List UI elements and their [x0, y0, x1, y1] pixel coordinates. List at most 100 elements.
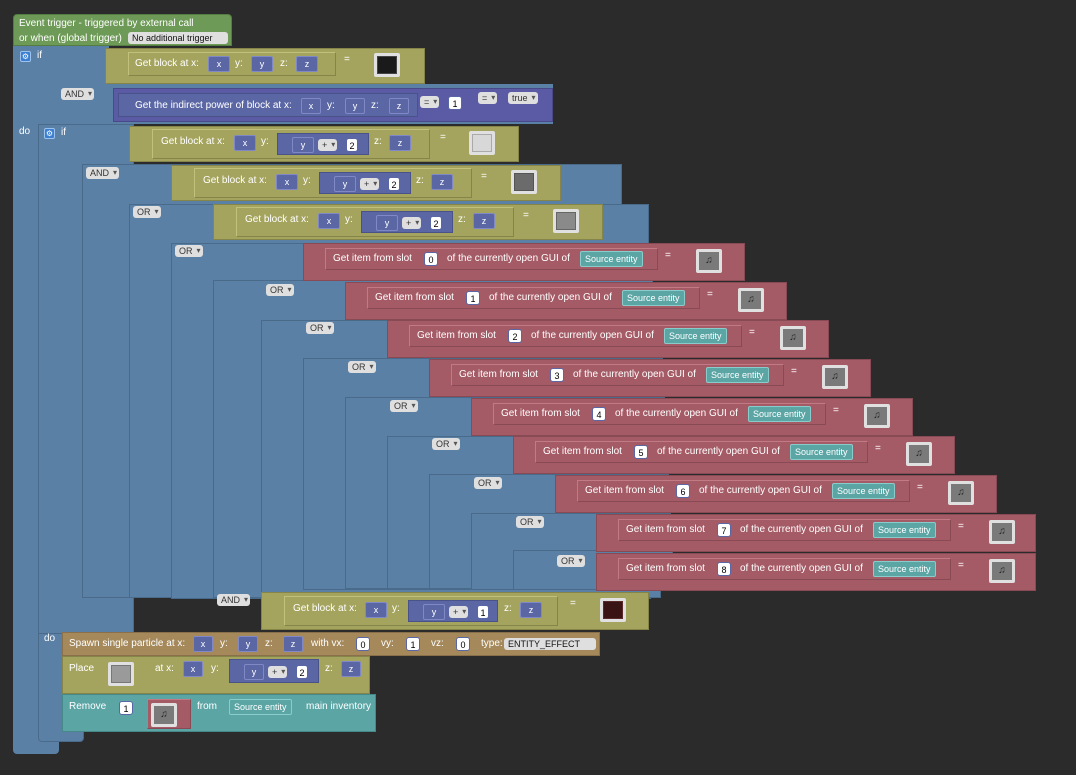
get-block-at-block[interactable]: Get block at x: x y: y + 2 z: z: [236, 207, 514, 237]
slot-number[interactable]: 5: [634, 445, 648, 459]
var-y[interactable]: y: [345, 98, 365, 114]
source-entity[interactable]: Source entity: [790, 444, 853, 460]
get-item-slot-block[interactable]: Get item from slot 8 of the currently op…: [618, 558, 951, 580]
var-y[interactable]: y: [334, 176, 356, 192]
plus-dropdown[interactable]: +: [402, 217, 422, 229]
source-entity[interactable]: Source entity: [622, 290, 685, 306]
get-item-slot-block[interactable]: Get item from slot 0 of the currently op…: [325, 248, 658, 270]
slot-number[interactable]: 3: [550, 368, 564, 382]
music-disc-icon[interactable]: ♫: [151, 703, 177, 727]
slot-number[interactable]: 2: [508, 329, 522, 343]
music-disc-icon[interactable]: ♫: [696, 249, 722, 273]
place-block[interactable]: Place at x: x y: y + 2 z: z: [62, 656, 370, 694]
add-block[interactable]: y + 2: [229, 659, 319, 683]
and-dropdown[interactable]: AND: [217, 594, 251, 606]
plus-dropdown[interactable]: +: [360, 178, 380, 190]
add-block[interactable]: y + 2: [319, 172, 411, 194]
music-disc-icon[interactable]: ♫: [989, 559, 1015, 583]
and-dropdown[interactable]: AND: [86, 167, 120, 179]
var-x[interactable]: x: [318, 213, 340, 229]
var-z[interactable]: z: [341, 661, 361, 677]
music-disc-icon[interactable]: ♫: [864, 404, 890, 428]
or-dropdown[interactable]: OR: [266, 284, 294, 296]
get-item-slot-block[interactable]: Get item from slot 2 of the currently op…: [409, 325, 742, 347]
source-entity[interactable]: Source entity: [664, 328, 727, 344]
var-x[interactable]: x: [276, 174, 298, 190]
plus-dropdown[interactable]: +: [449, 606, 469, 618]
get-block-at-block[interactable]: Get block at x: x y: y z: z: [128, 52, 336, 76]
or-dropdown[interactable]: OR: [557, 555, 585, 567]
var-x[interactable]: x: [301, 98, 321, 114]
var-y[interactable]: y: [244, 664, 264, 680]
stone-block-icon[interactable]: [511, 170, 537, 194]
vy-value[interactable]: 1: [406, 637, 420, 651]
offset-value[interactable]: 2: [296, 665, 308, 679]
get-block-at-block[interactable]: Get block at x: x y: y + 2 z: z: [152, 129, 430, 159]
music-disc-icon[interactable]: ♫: [738, 288, 764, 312]
event-trigger-block[interactable]: Event trigger - triggered by external ca…: [13, 14, 232, 46]
slot-number[interactable]: 4: [592, 407, 606, 421]
or-dropdown[interactable]: OR: [133, 206, 161, 218]
var-x[interactable]: x: [365, 602, 387, 618]
offset-value[interactable]: 2: [430, 216, 442, 230]
or-dropdown[interactable]: OR: [516, 516, 544, 528]
source-entity[interactable]: Source entity: [873, 561, 936, 577]
var-z[interactable]: z: [431, 174, 453, 190]
var-x[interactable]: x: [234, 135, 256, 151]
smooth-stone-icon[interactable]: [553, 209, 579, 233]
plus-dropdown[interactable]: +: [318, 139, 338, 151]
iron-block-icon[interactable]: [469, 131, 495, 155]
or-dropdown[interactable]: OR: [306, 322, 334, 334]
true-dropdown[interactable]: true: [508, 92, 538, 104]
var-x[interactable]: x: [183, 661, 203, 677]
get-item-slot-block[interactable]: Get item from slot 6 of the currently op…: [577, 480, 910, 502]
get-item-slot-block[interactable]: Get item from slot 3 of the currently op…: [451, 364, 784, 386]
equals-dropdown[interactable]: =: [420, 96, 440, 108]
spawn-particle-block[interactable]: Spawn single particle at x: x y: y z: z …: [62, 632, 600, 656]
get-block-at-block[interactable]: Get block at x: x y: y + 1 z: z: [284, 596, 558, 626]
source-entity[interactable]: Source entity: [580, 251, 643, 267]
add-block[interactable]: y + 2: [361, 211, 453, 233]
source-entity[interactable]: Source entity: [873, 522, 936, 538]
block-icon-dark-red[interactable]: [600, 598, 626, 622]
var-x[interactable]: x: [193, 636, 213, 652]
get-item-slot-block[interactable]: Get item from slot 7 of the currently op…: [618, 519, 951, 541]
offset-value[interactable]: 1: [477, 605, 489, 619]
air-block-icon[interactable]: [108, 662, 134, 686]
slot-number[interactable]: 7: [717, 523, 731, 537]
global-trigger-dropdown[interactable]: No additional trigger: [128, 32, 228, 44]
slot-number[interactable]: 1: [466, 291, 480, 305]
indirect-power-block[interactable]: Get the indirect power of block at x: x …: [118, 93, 418, 117]
var-y[interactable]: y: [251, 56, 273, 72]
var-z[interactable]: z: [296, 56, 318, 72]
power-value[interactable]: 1: [448, 96, 462, 110]
var-y[interactable]: y: [292, 137, 314, 153]
vx-value[interactable]: 0: [356, 637, 370, 651]
remove-count[interactable]: 1: [119, 701, 133, 715]
var-y[interactable]: y: [376, 215, 398, 231]
offset-value[interactable]: 2: [388, 177, 400, 191]
source-entity[interactable]: Source entity: [229, 699, 292, 715]
source-entity[interactable]: Source entity: [706, 367, 769, 383]
and-dropdown[interactable]: AND: [61, 88, 95, 100]
music-disc-icon[interactable]: ♫: [780, 326, 806, 350]
var-x[interactable]: x: [208, 56, 230, 72]
vz-value[interactable]: 0: [456, 637, 470, 651]
slot-number[interactable]: 6: [676, 484, 690, 498]
gear-icon[interactable]: ⚙: [44, 128, 55, 139]
var-y[interactable]: y: [238, 636, 258, 652]
or-dropdown[interactable]: OR: [432, 438, 460, 450]
var-z[interactable]: z: [520, 602, 542, 618]
var-z[interactable]: z: [283, 636, 303, 652]
add-block[interactable]: y + 2: [277, 133, 369, 155]
source-entity[interactable]: Source entity: [832, 483, 895, 499]
slot-number[interactable]: 8: [717, 562, 731, 576]
obsidian-block-icon[interactable]: [374, 53, 400, 77]
get-item-slot-block[interactable]: Get item from slot 4 of the currently op…: [493, 403, 826, 425]
or-dropdown[interactable]: OR: [390, 400, 418, 412]
slot-number[interactable]: 0: [424, 252, 438, 266]
music-disc-icon[interactable]: ♫: [906, 442, 932, 466]
equals-dropdown-2[interactable]: =: [478, 92, 498, 104]
music-disc-icon[interactable]: ♫: [948, 481, 974, 505]
get-item-slot-block[interactable]: Get item from slot 1 of the currently op…: [367, 287, 700, 309]
